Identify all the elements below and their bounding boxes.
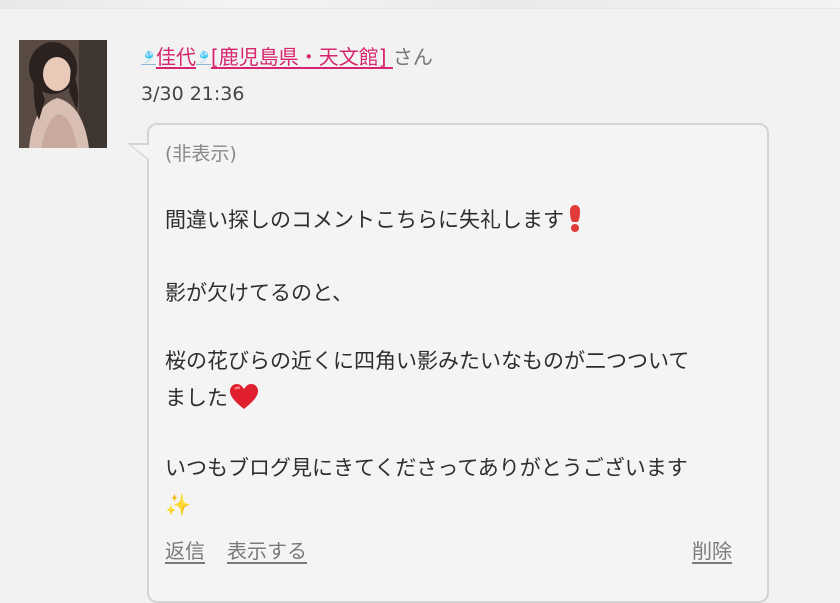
top-header-strip [0,0,840,9]
red-heart-icon [230,384,258,409]
comment-line: いつもブログ見にきてくださってありがとうございます [165,450,688,487]
author-shop: [鹿児島県・天文館] [210,45,387,69]
visibility-label: (非表示) [165,143,237,165]
author-name: 佳代 [155,45,196,69]
comment-meta: 🎐佳代🎐[鹿児島県・天文館] さん 3/30 21:36 [141,42,433,108]
comment-line-text: 影が欠けてるのと、 [165,281,354,305]
comment-line-text: 桜の花びらの近くに四角い影みたいなものが二つついて [165,349,690,373]
comment-line: ました [165,380,258,417]
comment-line: 影が欠けてるのと、 [165,275,353,312]
avatar-photo [19,40,107,148]
comment-timestamp: 3/30 21:36 [141,83,245,105]
author-link[interactable]: 🎐佳代🎐[鹿児島県・天文館] [141,45,393,69]
wind-chime-icon: 🎐 [141,50,156,64]
author-line: 🎐佳代🎐[鹿児島県・天文館] さん [141,42,433,72]
sparkles-icon: ✨ [165,493,192,517]
red-exclamation-icon [568,205,582,232]
delete-link[interactable]: 削除 [692,536,732,566]
comment-line-text: いつもブログ見にきてくださってありがとうございます [165,456,688,480]
reply-link[interactable]: 返信 [165,536,205,566]
comment-line-text: ました [165,386,228,410]
comment-line: 間違い探しのコメントこちらに失礼します [165,202,582,239]
author-suffix: さん [392,45,433,69]
bubble-tail-fill [131,145,150,160]
show-link[interactable]: 表示する [227,536,307,566]
comment-line: 桜の花びらの近くに四角い影みたいなものが二つついて [165,343,689,380]
wind-chime-icon: 🎐 [195,50,211,64]
comment-line-text: 間違い探しのコメントこちらに失礼します [165,208,564,232]
avatar[interactable] [19,40,107,148]
